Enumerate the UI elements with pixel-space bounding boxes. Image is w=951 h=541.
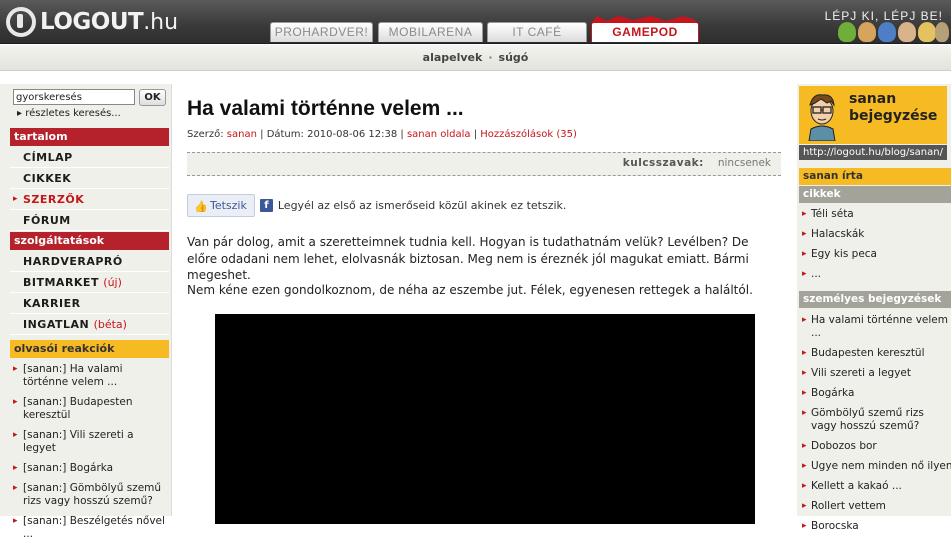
bitmarket-badge: (új) xyxy=(103,276,122,289)
nav-forum[interactable]: FÓRUM xyxy=(10,210,169,231)
personal-entry-link[interactable]: Vili szereti a legyet xyxy=(799,367,951,380)
mascot-green-icon xyxy=(838,22,856,42)
article-link[interactable]: ... xyxy=(799,268,951,281)
like-button[interactable]: 👍 Tetszik xyxy=(187,193,255,217)
search-ok-button[interactable]: OK xyxy=(139,89,166,106)
author-box-title: sanan bejegyzése xyxy=(849,91,937,125)
article-link[interactable]: Halacskák xyxy=(799,228,951,241)
author-avatar-icon[interactable] xyxy=(803,89,841,141)
personal-entry-link[interactable]: Dobozos bor xyxy=(799,440,951,453)
comments-link[interactable]: Hozzászólások (35) xyxy=(480,129,577,140)
thumbs-up-icon: 👍 xyxy=(194,199,208,213)
personal-entry-link[interactable]: Kellett a kakaó ... xyxy=(799,480,951,493)
facebook-like-widget: 👍 Tetszik f Legyél az első az ismerőseid k… xyxy=(187,193,566,217)
ingatlan-badge: (béta) xyxy=(93,318,127,331)
mascot-face3-icon xyxy=(935,22,949,42)
author-box: sanan bejegyzése xyxy=(799,86,947,144)
blog-url-link[interactable]: http://logout.hu/blog/sanan/ xyxy=(799,145,947,160)
logo-tld: .hu xyxy=(143,9,179,35)
right-sidebar: sanan bejegyzése http://logout.hu/blog/s… xyxy=(797,84,951,533)
nav-bitmarket[interactable]: BITMARKET (új) xyxy=(10,272,169,293)
article-link[interactable]: Egy kis peca xyxy=(799,248,951,261)
reaction-item[interactable]: [sanan:] Ha valami történne velem ... xyxy=(10,363,169,389)
reaction-item[interactable]: [sanan:] Budapesten keresztül xyxy=(10,396,169,422)
personal-entry-link[interactable]: Ugye nem minden nő ilyen... xyxy=(799,460,951,473)
personal-list: Ha valami történne velem ... Budapesten … xyxy=(799,314,951,533)
mascot-face-icon xyxy=(858,22,876,42)
quick-search-input[interactable] xyxy=(13,89,135,105)
mascot-face2-icon xyxy=(898,22,916,42)
article-link[interactable]: Téli séta xyxy=(799,208,951,221)
nav-hardverapro[interactable]: HARDVERAPRÓ xyxy=(10,251,169,272)
like-label: Tetszik xyxy=(210,198,247,212)
logo-name: LOGOUT xyxy=(40,9,144,35)
nav-karrier[interactable]: KARRIER xyxy=(10,293,169,314)
reaction-item[interactable]: [sanan:] Bogárka xyxy=(10,462,169,475)
reaction-item[interactable]: [sanan:] Beszélgetés nővel ... xyxy=(10,515,169,541)
articles-list: Téli séta Halacskák Egy kis peca ... xyxy=(799,208,951,281)
nav-cimlap[interactable]: CÍMLAP xyxy=(10,147,169,168)
date-label: Dátum: xyxy=(266,129,304,140)
fb-text: Legyél az első az ismerőseid közül akine… xyxy=(277,198,567,212)
article-paragraph: Nem kéne ezen gondolkoznom, de néha az e… xyxy=(187,283,753,297)
left-sidebar: OK ▸ részletes keresés... tartalom CÍMLA… xyxy=(0,84,172,540)
logout-logo[interactable]: LOGOUT .hu xyxy=(6,6,178,38)
articles-heading: cikkek xyxy=(799,186,951,203)
bitmarket-label: BITMARKET xyxy=(23,276,99,289)
tagline: LÉPJ KI, LÉPJ BE! xyxy=(824,9,943,23)
article-date: 2010-08-06 12:38 xyxy=(307,129,398,140)
subnav-separator: · xyxy=(488,51,493,64)
content-heading: tartalom xyxy=(10,128,169,146)
nav-cikkek[interactable]: CIKKEK xyxy=(10,168,169,189)
reactions-list: [sanan:] Ha valami történne velem ... [s… xyxy=(10,363,169,541)
top-header: LOGOUT .hu PROHARDVER! MOBILARENA IT CAFÉ… xyxy=(0,0,951,44)
personal-entry-link[interactable]: Budapesten keresztül xyxy=(799,347,951,360)
mascot-yellow-icon xyxy=(918,22,936,42)
services-heading: szolgáltatások xyxy=(10,232,169,250)
detailed-search-label: részletes keresés... xyxy=(25,108,121,119)
article-meta: Szerző: sanan | Dátum: 2010-08-06 12:38 … xyxy=(187,129,577,140)
personal-entry-link[interactable]: Borocska xyxy=(799,520,951,533)
nav-ingatlan[interactable]: INGATLAN (béta) xyxy=(10,314,169,335)
detailed-search-link[interactable]: ▸ részletes keresés... xyxy=(17,108,121,119)
personal-entry-link[interactable]: Ha valami történne velem ... xyxy=(799,314,951,340)
personal-entry-link[interactable]: Rollert vettem xyxy=(799,500,951,513)
link-alapelvek[interactable]: alapelvek xyxy=(423,51,483,64)
article-paragraph: Van pár dolog, amit a szeretteimnek tudn… xyxy=(187,235,749,282)
personal-entry-link[interactable]: Gömbölyű szemű rizs vagy hosszú szemű? xyxy=(799,407,951,433)
personal-heading: személyes bejegyzések xyxy=(799,291,951,308)
embedded-video[interactable] xyxy=(215,314,755,524)
tab-mobilarena[interactable]: MOBILARENA xyxy=(378,22,483,42)
reaction-item[interactable]: [sanan:] Vili szereti a legyet xyxy=(10,429,169,455)
author-label: Szerző: xyxy=(187,129,224,140)
author-link[interactable]: sanan xyxy=(227,129,257,140)
keywords-label: kulcsszavak: xyxy=(622,157,704,169)
reaction-item[interactable]: [sanan:] Gömbölyű szemű rizs vagy hosszú… xyxy=(10,482,169,508)
wrote-heading: sanan írta xyxy=(799,168,951,185)
tab-itcafe[interactable]: IT CAFÉ xyxy=(487,22,587,42)
author-page-link[interactable]: sanan oldala xyxy=(407,129,471,140)
fb-social-text: f Legyél az első az ismerőseid közül akin… xyxy=(259,198,567,212)
article-title: Ha valami történne velem ... xyxy=(187,97,464,120)
personal-entry-link[interactable]: Bogárka xyxy=(799,387,951,400)
entry-label: bejegyzése xyxy=(849,108,938,124)
tab-gamepod[interactable]: GAMEPOD xyxy=(591,22,699,42)
sub-navigation: alapelvek · súgó xyxy=(0,45,951,71)
keywords-bar: kulcsszavak: nincsenek xyxy=(187,152,781,176)
tab-prohardver[interactable]: PROHARDVER! xyxy=(270,22,373,42)
author-name[interactable]: sanan xyxy=(849,91,937,108)
ingatlan-label: INGATLAN xyxy=(23,318,90,331)
facebook-icon: f xyxy=(259,198,273,212)
article-area: Ha valami történne velem ... Szerző: san… xyxy=(187,84,781,524)
power-icon xyxy=(6,7,36,37)
nav-szerzok[interactable]: SZERZŐK xyxy=(10,189,169,210)
mascot-blue-icon xyxy=(878,22,896,42)
link-sugo[interactable]: súgó xyxy=(499,51,529,64)
keywords-value: nincsenek xyxy=(717,157,771,169)
reactions-heading: olvasói reakciók xyxy=(10,340,169,358)
